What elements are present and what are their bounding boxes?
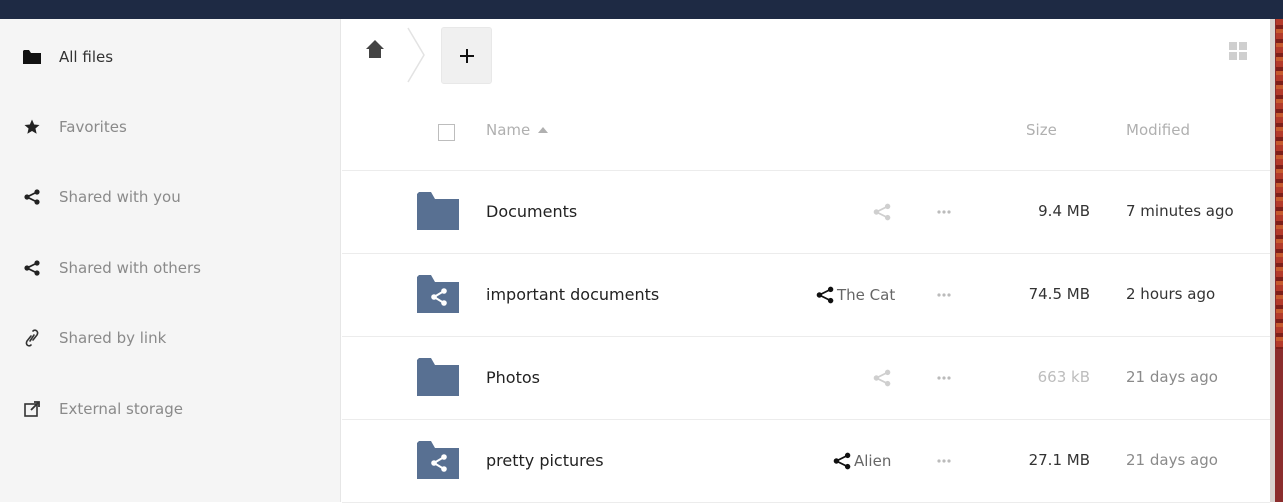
share-button[interactable] bbox=[873, 201, 891, 223]
share-icon bbox=[833, 452, 851, 470]
sidebar-item-all-files[interactable]: All files bbox=[0, 35, 341, 79]
file-name: pretty pictures bbox=[486, 451, 604, 470]
file-modified: 7 minutes ago bbox=[1126, 202, 1234, 220]
link-icon bbox=[22, 328, 42, 348]
top-header-bar bbox=[0, 0, 1283, 19]
shared-folder-icon bbox=[417, 441, 459, 479]
file-size: 74.5 MB bbox=[1028, 285, 1090, 303]
plus-icon bbox=[459, 48, 474, 63]
sidebar-item-label: Shared with others bbox=[59, 259, 201, 277]
folder-icon bbox=[417, 192, 459, 230]
shared-with-label: Alien bbox=[854, 452, 892, 470]
file-table-header: Name Size Modified bbox=[342, 105, 1270, 171]
file-size: 27.1 MB bbox=[1028, 451, 1090, 469]
sidebar-item-label: Favorites bbox=[59, 118, 127, 136]
sidebar-item-shared-by-link[interactable]: Shared by link bbox=[0, 316, 341, 360]
file-modified: 2 hours ago bbox=[1126, 285, 1216, 303]
select-all-checkbox[interactable] bbox=[438, 124, 455, 141]
share-button[interactable]: The Cat bbox=[816, 284, 895, 306]
file-name: important documents bbox=[486, 285, 660, 304]
more-options-icon[interactable] bbox=[936, 370, 952, 386]
new-file-button[interactable] bbox=[441, 27, 492, 84]
file-modified: 21 days ago bbox=[1126, 451, 1218, 469]
file-name: Photos bbox=[486, 368, 540, 387]
share-icon bbox=[22, 187, 42, 207]
grid-view-icon[interactable] bbox=[1229, 42, 1247, 60]
file-row-documents[interactable]: Documents 9.4 MB 7 minutes ago bbox=[342, 171, 1270, 254]
file-row-photos[interactable]: Photos 663 kB 21 days ago bbox=[342, 337, 1270, 420]
scrollbar-thumb[interactable] bbox=[1276, 19, 1283, 349]
share-icon bbox=[816, 286, 834, 304]
more-options-icon[interactable] bbox=[936, 453, 952, 469]
more-options-icon[interactable] bbox=[936, 204, 952, 220]
file-row-pretty-pictures[interactable]: pretty pictures Alien 27.1 MB 21 days ag… bbox=[342, 420, 1270, 503]
external-link-icon bbox=[22, 399, 42, 419]
sort-ascending-icon bbox=[538, 127, 549, 133]
file-size: 663 kB bbox=[1037, 368, 1090, 386]
shared-folder-icon bbox=[417, 275, 459, 313]
share-icon bbox=[22, 258, 42, 278]
more-options-icon[interactable] bbox=[936, 287, 952, 303]
file-name: Documents bbox=[486, 202, 578, 221]
sidebar-item-favorites[interactable]: Favorites bbox=[0, 105, 341, 149]
share-icon bbox=[873, 369, 891, 387]
sidebar-item-label: Shared with you bbox=[59, 188, 181, 206]
folder-icon bbox=[417, 358, 459, 396]
shared-with-label: The Cat bbox=[837, 286, 896, 304]
column-header-modified[interactable]: Modified bbox=[1126, 121, 1190, 139]
share-icon bbox=[873, 203, 891, 221]
file-row-important-documents[interactable]: important documents The Cat 74.5 MB 2 ho… bbox=[342, 254, 1270, 337]
column-header-name[interactable]: Name bbox=[486, 121, 549, 139]
sidebar-item-label: Shared by link bbox=[59, 329, 167, 347]
sidebar-item-shared-with-others[interactable]: Shared with others bbox=[0, 246, 341, 290]
sidebar-item-external-storage[interactable]: External storage bbox=[0, 387, 341, 431]
breadcrumb-home[interactable] bbox=[364, 38, 386, 60]
home-icon bbox=[366, 40, 384, 58]
share-button[interactable] bbox=[873, 367, 891, 389]
sidebar-item-label: External storage bbox=[59, 400, 183, 418]
star-icon bbox=[22, 117, 42, 137]
share-button[interactable]: Alien bbox=[833, 450, 891, 472]
folder-icon bbox=[22, 47, 42, 67]
file-size: 9.4 MB bbox=[1038, 202, 1090, 220]
file-modified: 21 days ago bbox=[1126, 368, 1218, 386]
sidebar-item-label: All files bbox=[59, 48, 114, 66]
sidebar-item-shared-with-you[interactable]: Shared with you bbox=[0, 175, 341, 219]
sidebar-navigation: All files Favorites Shared with you Shar… bbox=[0, 19, 341, 502]
column-header-size[interactable]: Size bbox=[1026, 121, 1057, 139]
breadcrumb-separator bbox=[407, 27, 425, 83]
